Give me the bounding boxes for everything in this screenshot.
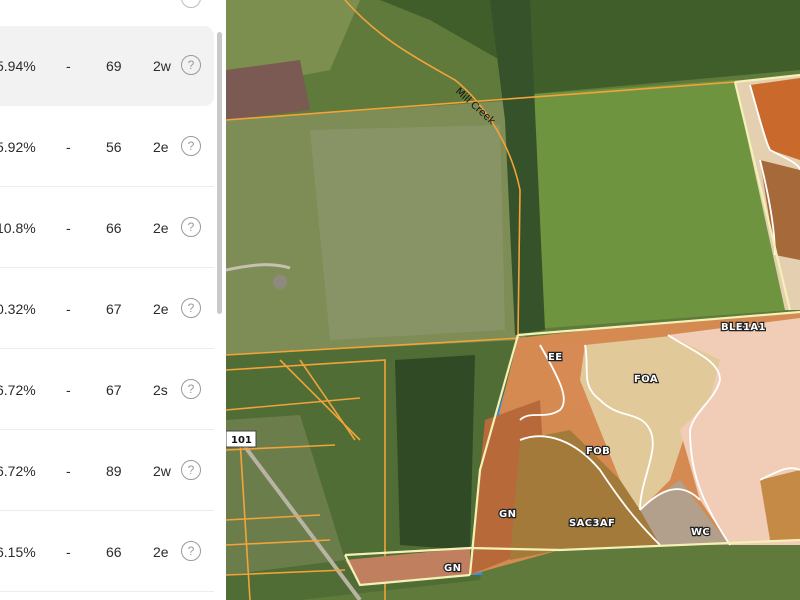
dash-cell: - xyxy=(66,219,71,236)
table-row[interactable]: 5.92% - 56 2e ? xyxy=(0,107,214,187)
help-icon[interactable]: ? xyxy=(181,459,201,480)
dash-cell: - xyxy=(66,543,71,560)
help-icon[interactable]: ? xyxy=(181,135,201,156)
percent-cell: 5.92% xyxy=(0,138,36,155)
dash-cell: - xyxy=(66,381,71,398)
capability-class-cell: 2e xyxy=(153,138,169,155)
capability-class-cell: 2e xyxy=(153,300,169,317)
capability-class-cell: 2e xyxy=(153,543,169,560)
route-number: 101 xyxy=(231,435,252,446)
table-row[interactable]: 6.72% - 67 2s ? xyxy=(0,350,214,430)
value-cell: 69 xyxy=(106,58,122,74)
table-row[interactable]: 0.32% - 67 2e ? xyxy=(0,269,214,349)
capability-class-cell: 2w xyxy=(153,462,171,479)
soil-unit-label: EE xyxy=(548,352,562,363)
soil-unit-label: FOB xyxy=(586,446,610,457)
soil-unit-label: BLE1A1 xyxy=(721,322,766,333)
dash-cell: - xyxy=(66,462,71,479)
soil-table-panel: 5.94% - 69 2w ? 5.92% - 56 2e ? 10.8% - … xyxy=(0,0,226,600)
value-cell: 67 xyxy=(106,381,122,398)
pasture-center xyxy=(310,125,505,340)
soil-unit-label: GN xyxy=(499,509,516,520)
farmstead xyxy=(273,275,287,289)
help-icon[interactable]: ? xyxy=(181,378,201,399)
percent-cell: 5.94% xyxy=(0,58,36,74)
route-101-shield: 101 xyxy=(226,430,257,448)
bare-field xyxy=(226,60,310,120)
percent-cell: 6.72% xyxy=(0,381,36,398)
table-row[interactable]: 6.15% - 66 2e ? xyxy=(0,512,214,592)
help-icon[interactable]: ? xyxy=(181,55,201,75)
dash-cell: - xyxy=(66,58,71,74)
soil-unit-label: WC xyxy=(691,527,710,538)
dash-cell: - xyxy=(66,138,71,155)
scrollbar[interactable] xyxy=(217,32,222,314)
percent-cell: 6.72% xyxy=(0,462,36,479)
help-icon[interactable] xyxy=(181,0,201,8)
percent-cell: 6.15% xyxy=(0,543,36,560)
table-row[interactable]: 6.72% - 89 2w ? xyxy=(0,431,214,511)
capability-class-cell: 2s xyxy=(153,381,168,398)
percent-cell: 10.8% xyxy=(0,219,36,236)
table-row[interactable]: 5.94% - 69 2w ? xyxy=(0,26,214,106)
percent-cell: 0.32% xyxy=(0,300,36,317)
capability-class-cell: 2w xyxy=(153,58,171,74)
value-cell: 89 xyxy=(106,462,122,479)
soil-unit-label: FOA xyxy=(634,374,658,385)
soil-map[interactable]: Mill Creek 101 BLE1A1 EE FOA FOB GN SAC3… xyxy=(226,0,800,600)
help-icon[interactable]: ? xyxy=(181,216,201,237)
value-cell: 67 xyxy=(106,300,122,317)
value-cell: 66 xyxy=(106,543,122,560)
help-icon[interactable]: ? xyxy=(181,297,201,318)
soil-unit-label: SAC3AF xyxy=(569,518,615,529)
value-cell: 56 xyxy=(106,138,122,155)
pond-area xyxy=(395,355,475,550)
help-icon[interactable]: ? xyxy=(181,540,201,561)
table-row[interactable]: 10.8% - 66 2e ? xyxy=(0,188,214,268)
value-cell: 66 xyxy=(106,219,122,236)
capability-class-cell: 2e xyxy=(153,219,169,236)
soil-unit-label: GN xyxy=(444,563,461,574)
dash-cell: - xyxy=(66,300,71,317)
